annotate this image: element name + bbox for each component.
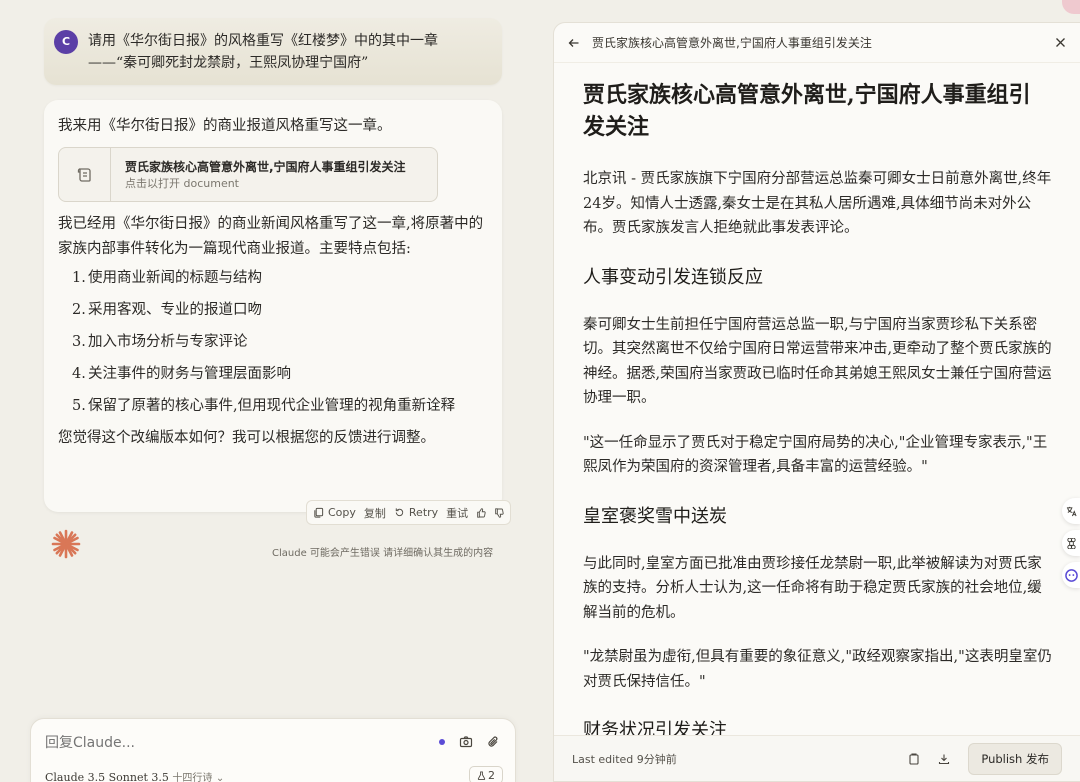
document-paragraph: "这一任命显示了贾氏对于稳定宁国府局势的决心,"企业管理专家表示,"王熙凤作为荣…: [583, 434, 1048, 476]
thumbs-down-icon: [495, 507, 504, 518]
command-icon: [1066, 537, 1076, 549]
retry-button[interactable]: Retry 重试: [394, 505, 468, 521]
copy-icon: [314, 507, 324, 518]
project-count-badge[interactable]: 2: [469, 766, 503, 782]
download-button[interactable]: [938, 753, 950, 765]
copy-document-button[interactable]: [908, 752, 920, 765]
document-header: 贾氏家族核心高管意外离世,宁国府人事重组引发关注: [554, 23, 1080, 63]
document-header-title: 贾氏家族核心高管意外离世,宁国府人事重组引发关注: [592, 36, 872, 50]
document-paragraph: 与此同时,皇室方面已批准由贾珍接任龙禁尉一职,此举被解读为对贾氏家族的支持。分析…: [583, 555, 1042, 621]
document-heading: 皇室褒奖雪中送炭: [583, 505, 727, 527]
list-number: 3.: [72, 334, 86, 350]
list-item: 5. 保留了原著的核心事件,但用现代企业管理的视角重新诠释: [72, 394, 488, 419]
artifact-subtitle: 点击以打开 document: [125, 176, 239, 190]
document-body: 贾氏家族核心高管意外离世,宁国府人事重组引发关注 北京讯 - 贾氏家族旗下宁国府…: [554, 63, 1080, 738]
copy-label-cn: 复制: [363, 506, 386, 520]
reply-input[interactable]: [45, 735, 405, 751]
download-icon: [939, 754, 950, 764]
list-text: 关注事件的财务与管理层面影响: [88, 366, 291, 382]
retry-icon: [395, 508, 404, 517]
artifact-card[interactable]: 贾氏家族核心高管意外离世,宁国府人事重组引发关注 点击以打开 document: [58, 147, 438, 202]
list-item: 4. 关注事件的财务与管理层面影响: [72, 362, 488, 387]
document-title: 贾氏家族核心高管意外离世,宁国府人事重组引发关注: [583, 82, 1031, 140]
list-number: 1.: [72, 270, 86, 286]
user-message-text: 请用《华尔街日报》的风格重写《红楼梦》中的其中一章——“秦可卿死封龙禁尉，王熙凤…: [88, 33, 438, 71]
corner-decoration: [1062, 0, 1080, 14]
message-action-bar: Copy 复制 Retry 重试: [306, 500, 512, 525]
status-dot: [439, 739, 445, 745]
count-value: 2: [488, 768, 495, 782]
list-text: 采用客观、专业的报道口吻: [88, 302, 262, 318]
list-text: 使用商业新闻的标题与结构: [88, 270, 262, 286]
list-item: 3. 加入市场分析与专家评论: [72, 330, 488, 355]
document-paragraph: 秦可卿女士生前担任宁国府营运总监一职,与宁国府当家贾珍私下关系密切。其突然离世不…: [583, 316, 1052, 407]
translate-icon: [1066, 506, 1077, 516]
artifact-title: 贾氏家族核心高管意外离世,宁国府人事重组引发关注: [125, 159, 406, 174]
thumbs-up-icon: [477, 507, 486, 518]
model-name: Claude 3.5 Sonnet 3.5: [45, 771, 169, 782]
composer: Claude 3.5 Sonnet 3.5 十四行诗 ⌄ 2: [30, 718, 516, 782]
model-selector[interactable]: Claude 3.5 Sonnet 3.5 十四行诗 ⌄: [45, 769, 224, 782]
assistant-message: 我来用《华尔街日报》的商业报道风格重写这一章。 贾氏家族核心高管意外离世,宁国府…: [44, 100, 502, 512]
assistant-intro: 我来用《华尔街日报》的商业报道风格重写这一章。: [58, 118, 392, 134]
copy-label: Copy: [328, 506, 356, 519]
publish-button[interactable]: Publish 发布: [968, 742, 1062, 775]
flask-icon: [477, 770, 486, 780]
document-panel: 贾氏家族核心高管意外离世,宁国府人事重组引发关注 贾氏家族核心高管意外离世,宁国…: [553, 22, 1080, 782]
copy-button[interactable]: Copy 复制: [313, 505, 386, 521]
close-icon[interactable]: [1055, 37, 1066, 48]
thumbs-down-button[interactable]: [494, 507, 504, 518]
list-number: 2.: [72, 302, 86, 318]
document-footer: Last edited 9分钟前 Publish 发布: [554, 735, 1080, 781]
document-paragraph: "龙禁尉虽为虚衔,但具有重要的象征意义,"政经观察家指出,"这表明皇室仍对贾氏保…: [583, 649, 1052, 690]
assistant-closing: 您觉得这个改编版本如何？我可以根据您的反馈进行调整。: [58, 430, 435, 446]
list-number: 5.: [72, 398, 86, 414]
assistant-summary: 我已经用《华尔街日报》的商业新闻风格重写了这一章,将原著中的家族内部事件转化为一…: [58, 216, 484, 257]
list-item: 1. 使用商业新闻的标题与结构: [72, 266, 488, 291]
thumbs-up-button[interactable]: [476, 507, 486, 518]
face-icon: [1064, 568, 1078, 582]
list-item: 2. 采用客观、专业的报道口吻: [72, 298, 488, 323]
camera-icon[interactable]: [459, 735, 473, 749]
claude-spark-icon: [51, 529, 81, 559]
retry-label-cn: 重试: [446, 506, 469, 520]
document-heading: 人事变动引发连锁反应: [583, 266, 763, 288]
paperclip-icon[interactable]: [487, 735, 501, 749]
model-style: 十四行诗: [172, 773, 213, 782]
user-message: C 请用《华尔街日报》的风格重写《红楼梦》中的其中一章——“秦可卿死封龙禁尉，王…: [44, 18, 502, 85]
disclaimer-text: Claude 可能会产生错误 请详细确认其生成的内容: [272, 548, 494, 559]
retry-label: Retry: [408, 506, 439, 519]
document-paragraph: 北京讯 - 贾氏家族旗下宁国府分部营运总监秦可卿女士日前意外离世,终年24岁。知…: [583, 171, 1052, 236]
feature-list: 1. 使用商业新闻的标题与结构 2. 采用客观、专业的报道口吻 3. 加入市场分析与专…: [72, 266, 488, 419]
user-avatar: C: [54, 30, 78, 54]
list-number: 4.: [72, 366, 86, 382]
back-arrow-icon[interactable]: [568, 37, 580, 49]
list-text: 加入市场分析与专家评论: [88, 334, 248, 350]
list-text: 保留了原著的核心事件,但用现代企业管理的视角重新诠释: [88, 398, 456, 414]
last-edited-text: Last edited 9分钟前: [572, 752, 677, 766]
document-icon: [59, 148, 111, 201]
chevron-down-icon: ⌄: [215, 773, 225, 782]
clipboard-icon: [909, 752, 919, 765]
